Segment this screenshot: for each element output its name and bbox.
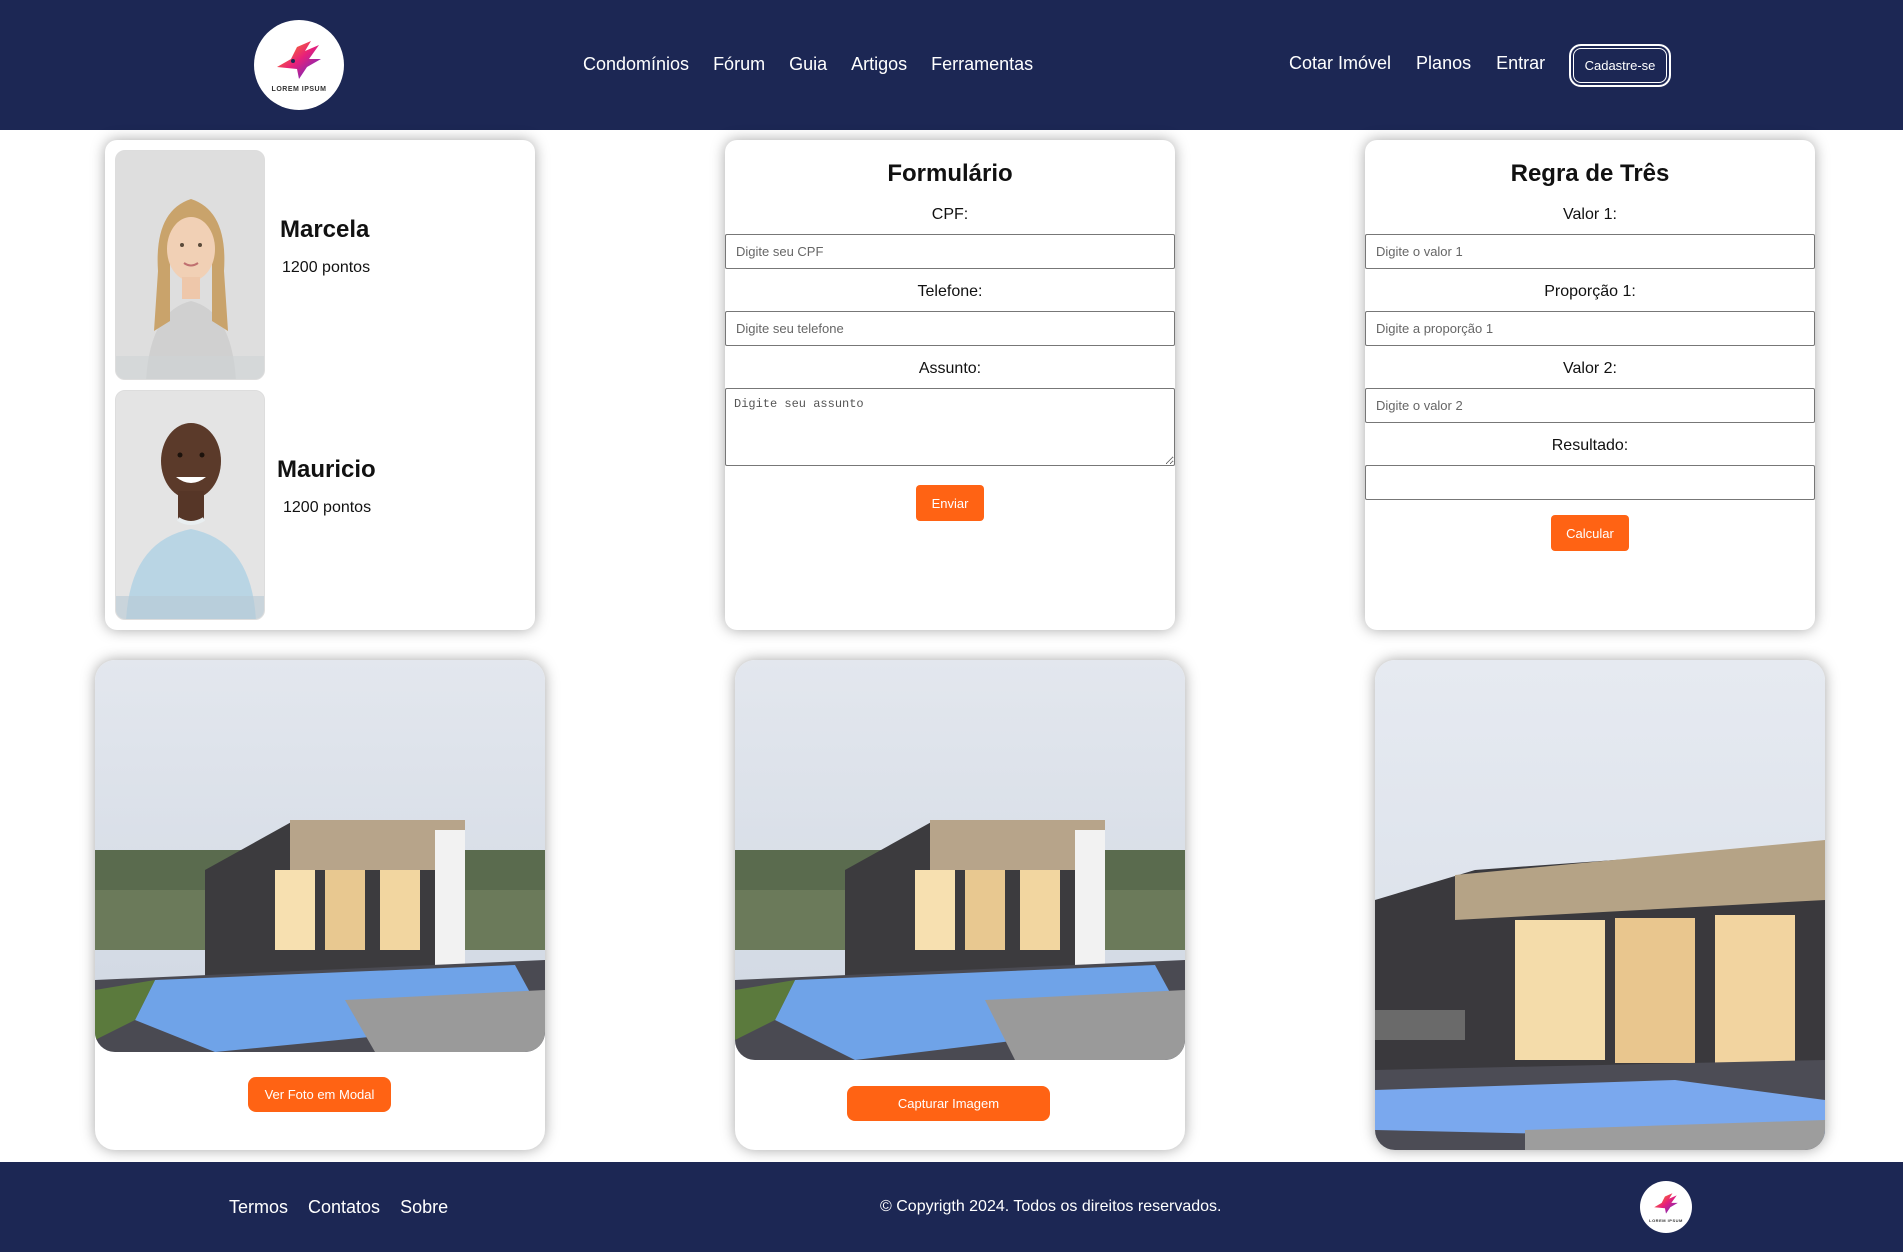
cpf-label: CPF: xyxy=(931,206,969,223)
house-photo-icon xyxy=(1375,660,1825,1150)
footer-link-sobre[interactable]: Sobre xyxy=(400,1197,448,1218)
signup-button[interactable]: Cadastre-se xyxy=(1569,44,1671,87)
value1-label: Valor 1: xyxy=(1563,206,1617,223)
bird-logo-icon xyxy=(277,41,321,79)
bird-logo-icon xyxy=(1654,1193,1678,1214)
site-logo[interactable]: LOREM IPSUM xyxy=(254,20,344,110)
nav-cotar-imovel[interactable]: Cotar Imóvel xyxy=(1289,53,1391,74)
cpf-input[interactable] xyxy=(725,234,1175,269)
site-footer: Termos Contatos Sobre © Copyrigth 2024. … xyxy=(0,1162,1903,1252)
nav-ferramentas[interactable]: Ferramentas xyxy=(931,54,1033,75)
phone-input[interactable] xyxy=(725,311,1175,346)
capture-image-button[interactable]: Capturar Imagem xyxy=(847,1086,1050,1121)
nav-condominios[interactable]: Condomínios xyxy=(583,54,689,75)
view-photo-modal-button[interactable]: Ver Foto em Modal xyxy=(248,1077,391,1112)
result-field[interactable] xyxy=(1365,465,1815,500)
photo-card-capture: Capturar Imagem xyxy=(735,660,1185,1150)
footer-nav: Termos Contatos Sobre xyxy=(229,1197,468,1218)
avatar xyxy=(115,390,265,620)
user-name: Mauricio xyxy=(277,456,376,483)
logo-text: LOREM IPSUM xyxy=(271,86,327,93)
house-photo-icon xyxy=(95,660,545,1052)
nav-guia[interactable]: Guia xyxy=(789,54,827,75)
value1-input[interactable] xyxy=(1365,234,1815,269)
value2-input[interactable] xyxy=(1365,388,1815,423)
contact-form-card: Formulário CPF: Telefone: Assunto: Envia… xyxy=(725,140,1175,630)
footer-link-termos[interactable]: Termos xyxy=(229,1197,288,1218)
house-image[interactable] xyxy=(95,660,545,1052)
result-label: Resultado: xyxy=(1551,437,1629,454)
rule-title: Regra de Três xyxy=(1510,160,1670,187)
account-nav: Cotar Imóvel Planos Entrar xyxy=(1289,53,1570,74)
photo-card-full xyxy=(1375,660,1825,1150)
nav-artigos[interactable]: Artigos xyxy=(851,54,907,75)
house-image[interactable] xyxy=(735,660,1185,1060)
ratio1-label: Proporção 1: xyxy=(1544,283,1636,300)
rule-of-three-card: Regra de Três Valor 1: Proporção 1: Valo… xyxy=(1365,140,1815,630)
man-portrait-icon xyxy=(116,391,264,619)
subject-textarea[interactable] xyxy=(725,388,1175,466)
phone-label: Telefone: xyxy=(917,283,983,300)
avatar xyxy=(115,150,265,380)
woman-portrait-icon xyxy=(116,151,264,379)
user-points: 1200 pontos xyxy=(282,259,371,276)
house-photo-icon xyxy=(735,660,1185,1060)
calculate-button[interactable]: Calcular xyxy=(1551,515,1629,551)
house-image[interactable] xyxy=(1375,660,1825,1150)
form-title: Formulário xyxy=(887,160,1013,187)
main-nav: Condomínios Fórum Guia Artigos Ferrament… xyxy=(583,54,1057,75)
copyright-text: © Copyrigth 2024. Todos os direitos rese… xyxy=(880,1198,1222,1215)
submit-button[interactable]: Enviar xyxy=(916,485,984,521)
nav-forum[interactable]: Fórum xyxy=(713,54,765,75)
user-name: Marcela xyxy=(280,216,370,243)
nav-planos[interactable]: Planos xyxy=(1416,53,1471,74)
ranking-card: Marcela 1200 pontos Mauricio 1200 pontos xyxy=(105,140,535,630)
site-header: LOREM IPSUM Condomínios Fórum Guia Artig… xyxy=(0,0,1903,130)
ratio1-input[interactable] xyxy=(1365,311,1815,346)
logo-text: LOREM IPSUM xyxy=(1649,1218,1683,1223)
value2-label: Valor 2: xyxy=(1563,360,1617,377)
footer-logo[interactable]: LOREM IPSUM xyxy=(1640,1181,1692,1233)
footer-link-contatos[interactable]: Contatos xyxy=(308,1197,380,1218)
nav-entrar[interactable]: Entrar xyxy=(1496,53,1545,74)
subject-label: Assunto: xyxy=(918,360,982,377)
photo-card-modal: Ver Foto em Modal xyxy=(95,660,545,1150)
user-points: 1200 pontos xyxy=(283,499,372,516)
